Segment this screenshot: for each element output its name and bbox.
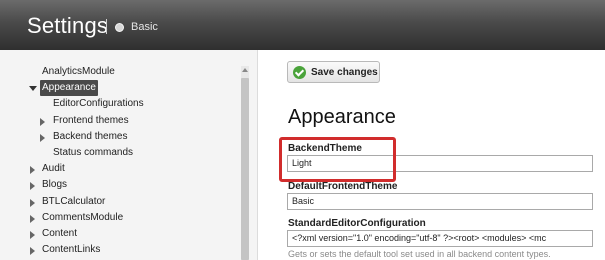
default-frontend-theme-label: DefaultFrontendTheme xyxy=(288,181,398,192)
scroll-thumb[interactable] xyxy=(241,78,249,260)
header-divider xyxy=(106,19,107,34)
settings-sidebar: AnalyticsModule Appearance EditorConfigura… xyxy=(0,50,258,260)
sidebar-item[interactable]: Appearance xyxy=(0,80,240,97)
sidebar-item[interactable]: Blogs xyxy=(0,177,240,193)
sidebar-item-label: Frontend themes xyxy=(53,114,129,126)
expand-arrow-right-icon[interactable] xyxy=(40,133,45,142)
field-help-text: Gets or sets the default tool set used i… xyxy=(288,249,551,259)
checkmark-icon xyxy=(293,66,306,79)
sidebar-item[interactable]: ContentLinks xyxy=(0,242,240,258)
sidebar-item[interactable]: BTLCalculator xyxy=(0,194,240,210)
sidebar-item[interactable]: CommentsModule xyxy=(0,210,240,226)
save-changes-button[interactable]: Save changes xyxy=(287,61,380,83)
expand-arrow-right-icon[interactable] xyxy=(30,247,35,256)
sidebar-item-label: Appearance xyxy=(40,80,98,97)
sidebar-item[interactable]: Status commands xyxy=(0,145,240,161)
expand-arrow-right-icon[interactable] xyxy=(40,117,45,126)
sidebar-item-label: Blogs xyxy=(42,179,68,191)
sidebar-item[interactable]: Backend themes xyxy=(0,129,240,145)
sidebar-item-label: AnalyticsModule xyxy=(42,66,115,77)
standard-editor-configuration-input[interactable]: <?xml version="1.0" encoding="utf-8" ?><… xyxy=(287,230,593,247)
top-header: Settings Basic xyxy=(0,0,605,50)
standard-editor-configuration-label: StandardEditorConfiguration xyxy=(288,218,426,229)
sidebar-item[interactable]: AnalyticsModule xyxy=(0,64,240,80)
breadcrumb-current[interactable]: Basic xyxy=(131,21,158,33)
sidebar-item-label: EditorConfigurations xyxy=(53,98,144,110)
expand-arrow-down-icon[interactable] xyxy=(29,86,37,92)
breadcrumb-dot-icon xyxy=(115,23,124,32)
sidebar-item-label: Backend themes xyxy=(53,130,128,142)
sidebar-item-label: Content xyxy=(42,227,78,239)
sidebar-item-label: CommentsModule xyxy=(42,211,124,223)
sidebar-item[interactable]: Audit xyxy=(0,161,240,177)
expand-arrow-right-icon[interactable] xyxy=(30,230,35,239)
sidebar-item-label: Audit xyxy=(42,163,65,175)
sidebar-item-label: BTLCalculator xyxy=(42,195,106,207)
sidebar-item[interactable]: Content xyxy=(0,226,240,242)
sidebar-item-label: Status commands xyxy=(53,146,134,158)
sidebar-item-label: ContentLinks xyxy=(42,244,101,256)
page-title: Settings xyxy=(27,13,109,38)
expand-arrow-right-icon[interactable] xyxy=(30,214,35,223)
scroll-up-arrow-icon[interactable] xyxy=(242,68,248,72)
settings-tree: AnalyticsModule Appearance EditorConfigura… xyxy=(0,64,240,258)
sidebar-item[interactable]: EditorConfigurations xyxy=(0,96,240,112)
highlight-annotation xyxy=(279,137,396,182)
default-frontend-theme-input[interactable]: Basic xyxy=(287,193,593,210)
expand-arrow-right-icon[interactable] xyxy=(30,182,35,191)
sidebar-item[interactable]: Frontend themes xyxy=(0,113,240,129)
section-heading: Appearance xyxy=(288,106,396,128)
save-button-label: Save changes xyxy=(311,67,378,78)
expand-arrow-right-icon[interactable] xyxy=(30,166,35,175)
expand-arrow-right-icon[interactable] xyxy=(30,198,35,207)
sidebar-scrollbar[interactable] xyxy=(241,66,249,260)
